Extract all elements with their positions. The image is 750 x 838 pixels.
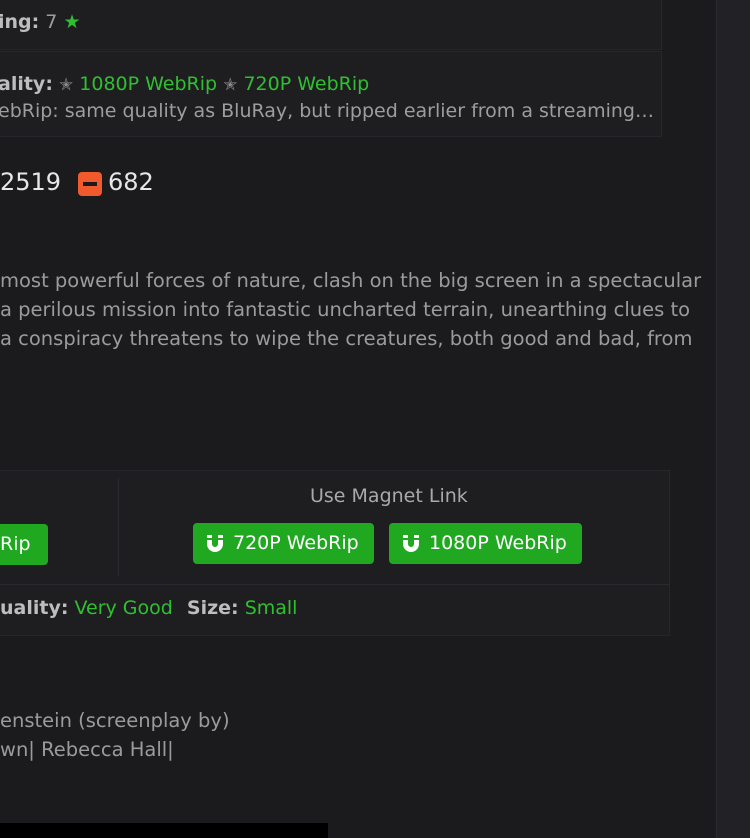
quality-row: ality: ✭ 1080P WebRip ✭ 720P WebRip ebRi… (0, 51, 662, 137)
panel-divider (0, 584, 670, 585)
credits: enstein (screenplay by) wn| Rebecca Hall… (0, 706, 230, 764)
quality-value: Very Good (74, 597, 173, 619)
bottom-strip (0, 823, 328, 838)
right-gutter (716, 0, 750, 838)
movie-detail-page: ing: 7 ★ ality: ✭ 1080P WebRip ✭ 720P We… (0, 0, 750, 838)
quality-size-line: uality: Very Good Size: Small (0, 597, 297, 619)
button-label: 720P WebRip (233, 532, 359, 554)
upvote-count: 2519 (0, 168, 62, 196)
quality-label: uality: (0, 597, 69, 619)
rating-row: ing: 7 ★ (0, 0, 662, 50)
star-icon: ★ (63, 11, 81, 33)
synopsis-line: a conspiracy threatens to wipe the creat… (0, 327, 693, 350)
quality-option-720[interactable]: 720P WebRip (243, 73, 369, 95)
size-label: Size: (186, 597, 239, 619)
cast-credit: wn| Rebecca Hall| (0, 738, 174, 761)
torrent-download-button[interactable]: Rip (0, 524, 48, 565)
synopsis: most powerful forces of nature, clash on… (0, 266, 702, 353)
magnet-1080-button[interactable]: 1080P WebRip (389, 523, 582, 564)
button-label: 1080P WebRip (429, 532, 567, 554)
quality-option-1080[interactable]: 1080P WebRip (79, 73, 217, 95)
quality-label: ality: (0, 73, 53, 95)
panel-divider (118, 478, 119, 576)
magnet-icon (207, 535, 223, 552)
size-value: Small (244, 597, 298, 619)
button-label: Rip (0, 533, 31, 555)
quality-description: ebRip: same quality as BluRay, but rippe… (0, 100, 654, 122)
star-outline-icon: ✭ (223, 75, 238, 95)
downvote-icon[interactable] (78, 172, 102, 196)
rating-value: 7 (45, 11, 58, 33)
downvote-count: 682 (108, 168, 154, 196)
synopsis-line: a perilous mission into fantastic unchar… (0, 298, 691, 321)
writer-credit: enstein (screenplay by) (0, 709, 230, 732)
magnet-section-title: Use Magnet Link (310, 485, 468, 507)
magnet-720-button[interactable]: 720P WebRip (193, 523, 374, 564)
rating-label: ing: (0, 11, 40, 33)
magnet-icon (403, 535, 419, 552)
synopsis-line: most powerful forces of nature, clash on… (0, 269, 702, 292)
star-outline-icon: ✭ (58, 75, 74, 95)
